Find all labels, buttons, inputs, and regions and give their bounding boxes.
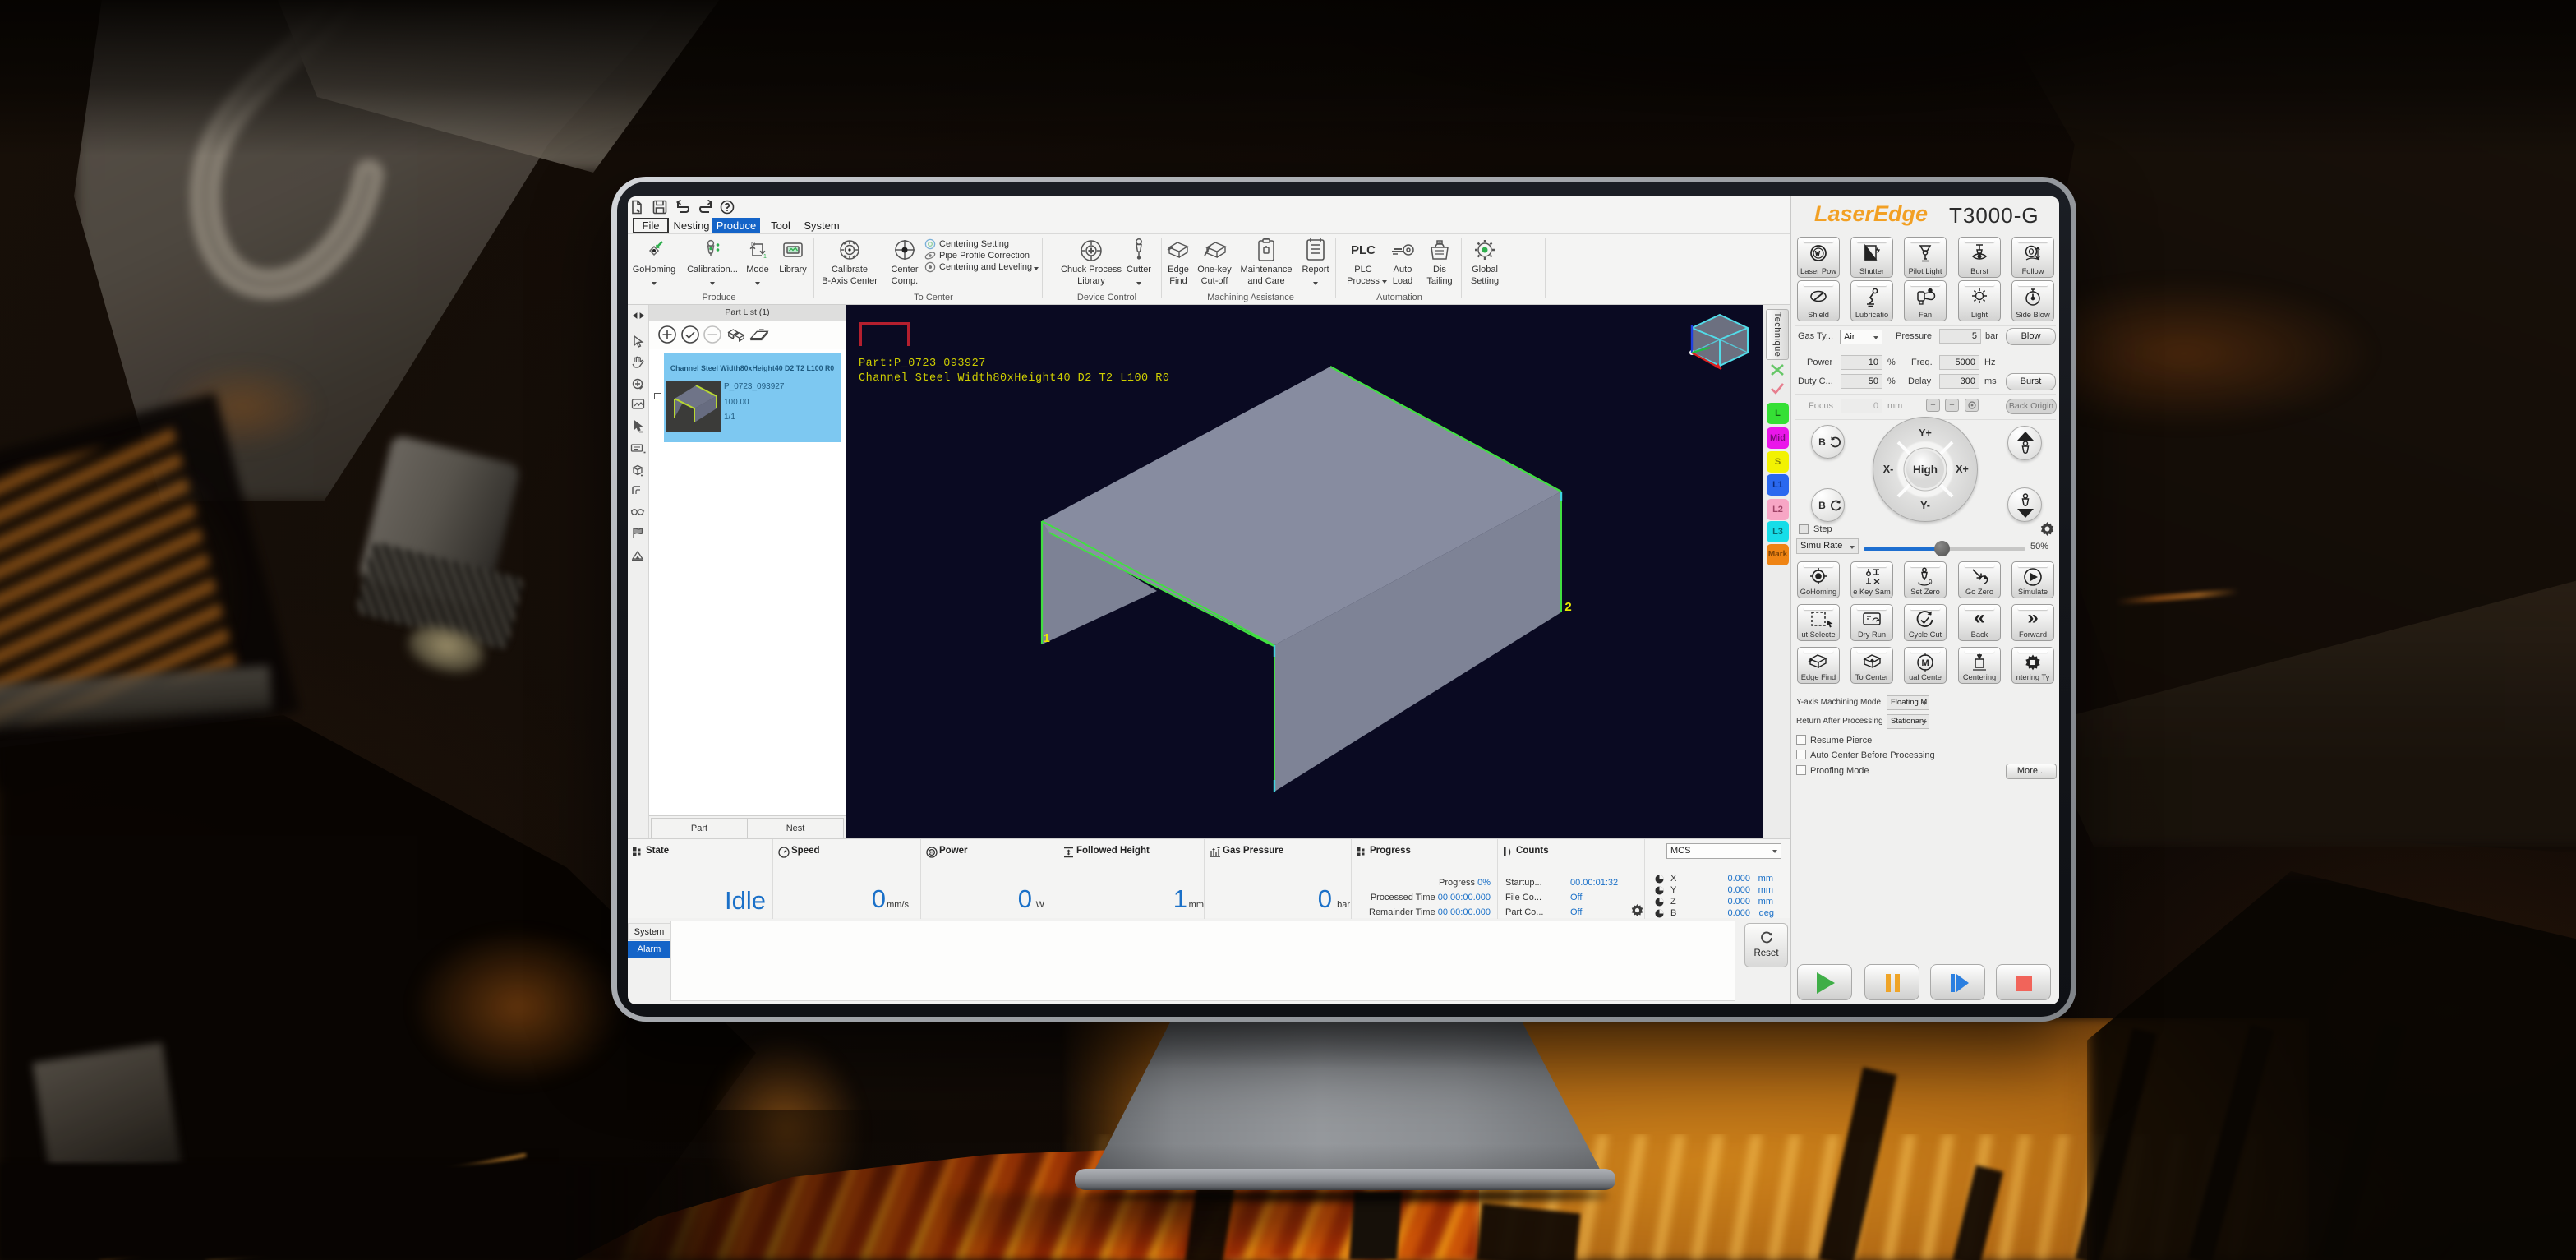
svg-text:0: 0: [1929, 579, 1933, 586]
svg-text:1: 1: [763, 254, 767, 260]
svg-text:2: 2: [1564, 601, 1572, 615]
svg-text:1: 1: [1205, 246, 1210, 253]
svg-text:1: 1: [1043, 632, 1050, 646]
svg-text:M: M: [1922, 658, 1929, 668]
svg-text:N: N: [751, 242, 755, 247]
